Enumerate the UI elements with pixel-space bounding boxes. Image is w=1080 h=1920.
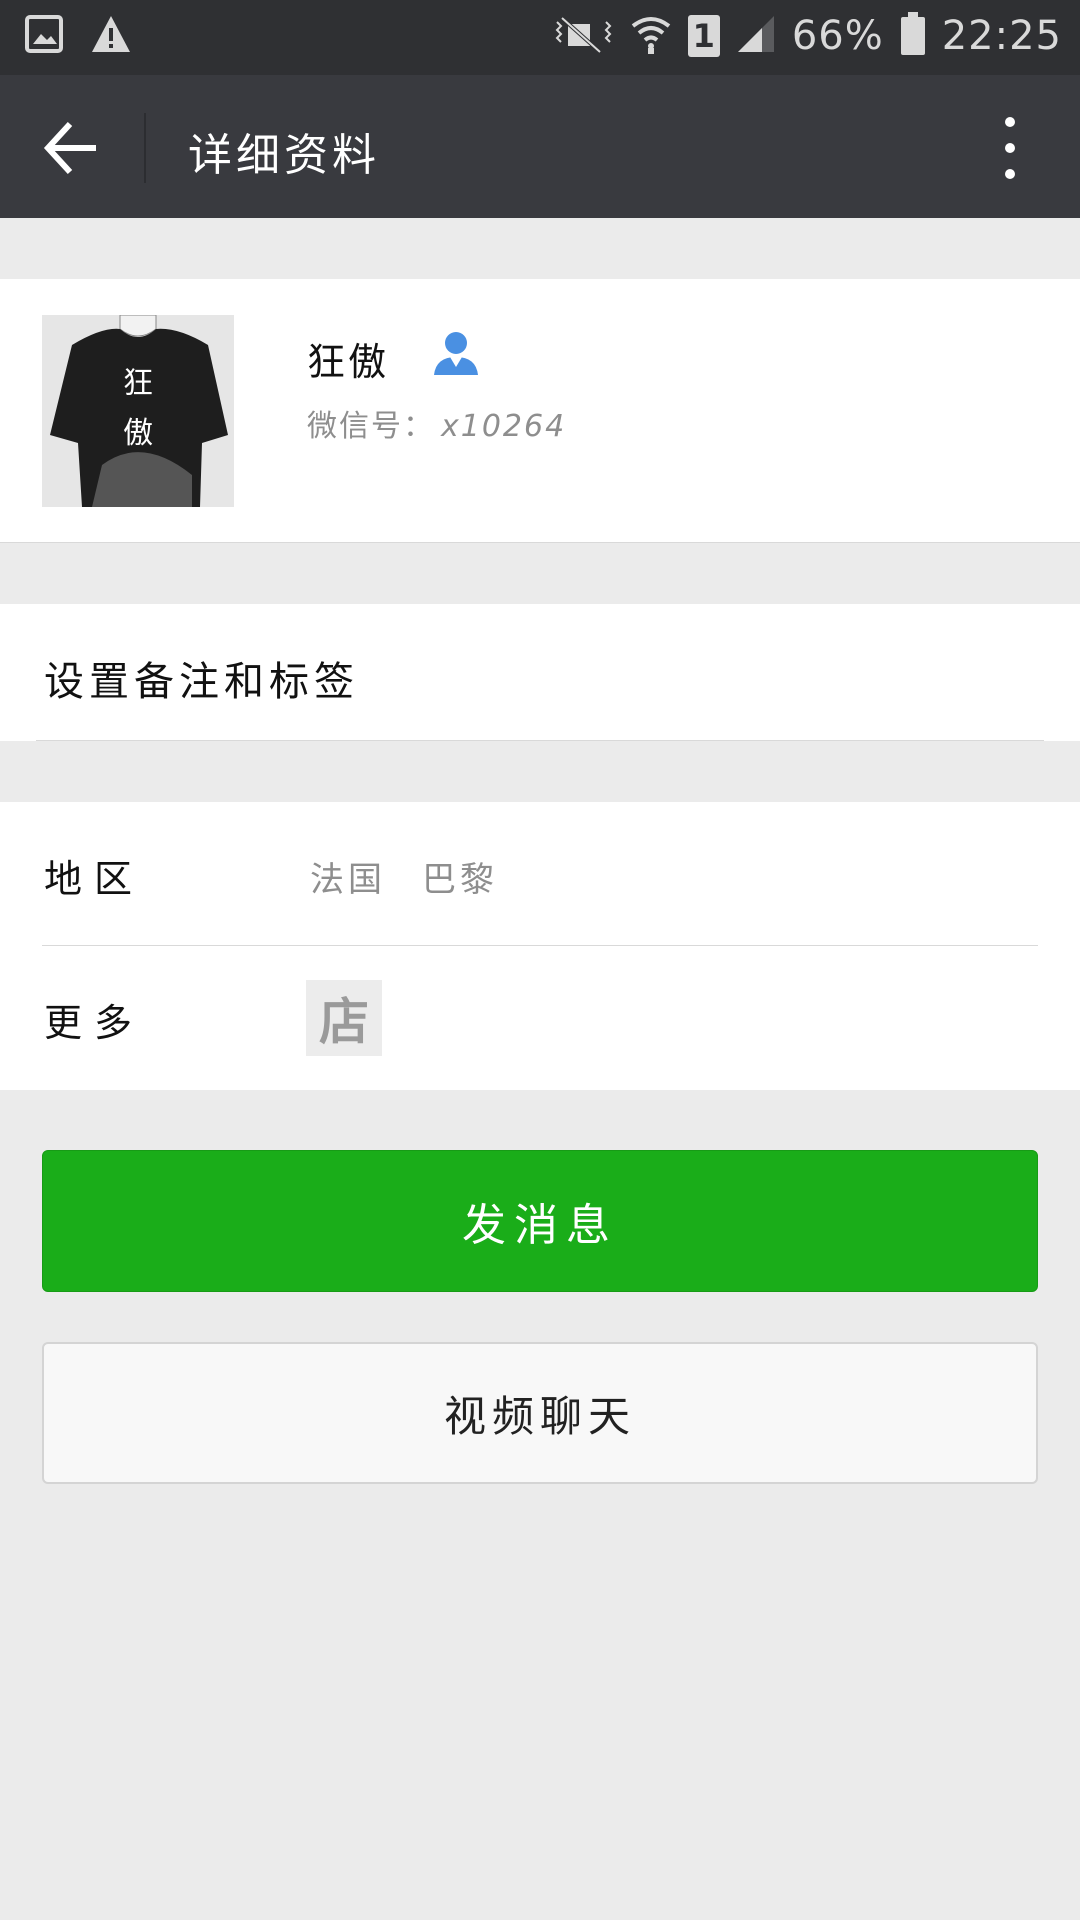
more-vertical-icon-dot [1005,169,1015,179]
region-country: 法国 [310,860,386,900]
avatar-text-1: 狂 [123,366,153,401]
mute-icon [554,14,614,58]
page-title: 详细资料 [188,130,380,181]
contact-person-icon [432,329,480,377]
wechat-id: 微信号： x10264 [307,401,566,445]
avatar-image: 狂 傲 [42,315,234,507]
app-bar: 详细资料 [0,75,1080,218]
wechat-id-value: x10264 [441,409,567,444]
warning-icon [90,14,132,58]
wechat-id-label: 微信号： [307,409,435,444]
region-label: 地区 [44,857,145,901]
wifi-icon [630,12,672,60]
signal-icon [736,14,776,58]
info-group: 地区 法国 巴黎 更多 店 [0,802,1080,1090]
status-bar: 1 66% 22:25 [0,0,1080,75]
sim-icon: 1 [687,15,720,57]
battery-icon [900,12,926,60]
more-options-button[interactable] [990,113,1030,183]
more-label: 更多 [44,1001,145,1045]
region-city: 巴黎 [422,860,498,900]
region-value: 法国 巴黎 [310,852,498,901]
back-button[interactable] [40,116,104,180]
avatar[interactable]: 狂 傲 [42,315,234,507]
more-row[interactable]: 更多 [0,946,1080,1089]
profile-card: 狂 傲 狂傲 微信号： x10264 [0,279,1080,543]
clock: 22:25 [941,13,1062,59]
region-row: 地区 法国 巴黎 [0,802,1080,945]
set-remark-and-tags-row[interactable]: 设置备注和标签 [0,604,1080,741]
more-vertical-icon [1005,117,1015,127]
more-vertical-icon-dot [1005,143,1015,153]
appbar-divider [144,113,146,183]
store-icon[interactable]: 店 [306,980,382,1056]
gallery-icon [24,14,64,58]
video-chat-button[interactable]: 视频聊天 [42,1342,1038,1484]
battery-percent: 66% [791,13,884,59]
profile-name: 狂傲 [307,340,390,384]
avatar-text-2: 傲 [123,416,153,451]
back-arrow-icon [43,121,96,175]
row-divider [36,740,1044,741]
set-remark-label: 设置备注和标签 [44,659,359,705]
sim-number: 1 [692,17,715,55]
send-message-button[interactable]: 发消息 [42,1150,1038,1292]
